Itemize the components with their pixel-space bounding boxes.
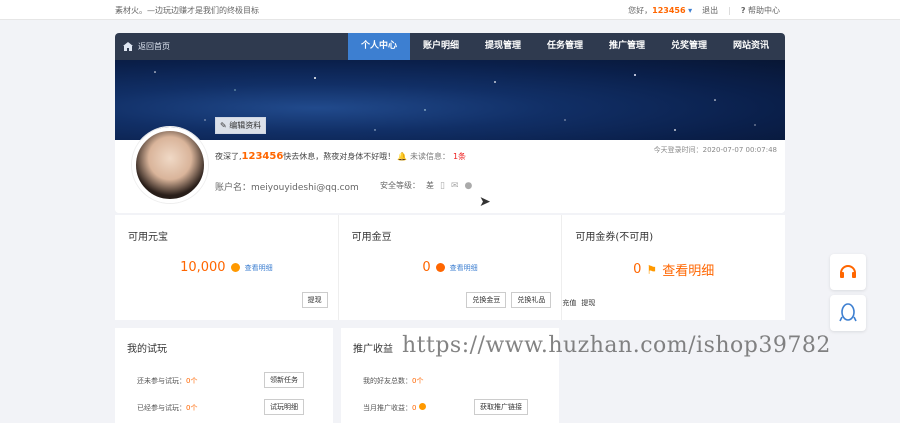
asset-label: 可用元宝 bbox=[128, 232, 168, 243]
home-link[interactable]: 返回首页 bbox=[123, 41, 170, 52]
chevron-down-icon[interactable]: ▾ bbox=[688, 6, 692, 15]
user-greeting: 您好，123456 ▾ bbox=[628, 5, 692, 16]
asset-yuanbao: 可用元宝 10,000 查看明细 提现 bbox=[115, 215, 339, 320]
greeting-pre: 夜深了, bbox=[215, 152, 242, 161]
row-label: 还未参与试玩： bbox=[137, 377, 186, 385]
coin-icon bbox=[230, 263, 240, 272]
card-title: 我的试玩 bbox=[127, 344, 167, 355]
asset-value-row: 0 查看明细 bbox=[339, 260, 562, 275]
card-title: 推广收益 bbox=[353, 344, 393, 355]
nav-tabs: 个人中心 账户明细 提现管理 任务管理 推广管理 兑奖管理 网站资讯 bbox=[348, 33, 782, 60]
asset-label: 可用金豆 bbox=[351, 232, 392, 243]
asset-value-row: 10,000 查看明细 bbox=[115, 260, 338, 275]
greeting-prefix: 您好， bbox=[628, 6, 653, 15]
trial-pending-row: 还未参与试玩：0个 bbox=[137, 376, 197, 386]
tab-personal-center[interactable]: 个人中心 bbox=[348, 33, 410, 60]
row-value: 0个 bbox=[412, 377, 424, 385]
asset-value: 0 bbox=[633, 262, 642, 277]
bean-icon bbox=[435, 263, 445, 272]
home-icon bbox=[123, 42, 133, 51]
tab-news[interactable]: 网站资讯 bbox=[720, 33, 782, 60]
flag-icon: ⚑ bbox=[646, 262, 658, 277]
row-value: 0个 bbox=[186, 377, 198, 385]
asset-buttons: 兑换金豆 兑换礼品 bbox=[466, 292, 552, 308]
security-level: 安全等级： 差 ▯ ✉ ● bbox=[380, 180, 472, 191]
help-link[interactable]: ? 帮助中心 bbox=[741, 5, 780, 16]
tab-withdraw[interactable]: 提现管理 bbox=[472, 33, 534, 60]
qq-icon bbox=[839, 303, 857, 322]
view-details-link[interactable]: 查看明细 bbox=[450, 263, 478, 273]
unread-count: 1条 bbox=[452, 152, 467, 161]
exchange-beans-button[interactable]: 兑换金豆 bbox=[466, 292, 507, 308]
customer-service-button[interactable] bbox=[830, 254, 866, 290]
logout-link[interactable]: 退出 bbox=[702, 5, 718, 16]
top-user-area: 您好，123456 ▾ 退出 | ? 帮助中心 bbox=[628, 5, 780, 16]
top-bar: 素材火。—边玩边赚才是我们的终极目标 您好，123456 ▾ 退出 | ? 帮助… bbox=[0, 0, 900, 20]
trial-details-button[interactable]: 试玩明细 bbox=[264, 399, 304, 415]
asset-value: 10,000 bbox=[180, 260, 226, 275]
edit-label: 编辑资料 bbox=[229, 121, 262, 130]
tab-rewards[interactable]: 兑奖管理 bbox=[658, 33, 720, 60]
security-value: 差 bbox=[426, 181, 434, 190]
help-label: 帮助中心 bbox=[748, 6, 780, 15]
row-value: 0个 bbox=[186, 404, 198, 412]
get-promo-link-button[interactable]: 获取推广链接 bbox=[474, 399, 528, 415]
mouse-cursor-icon: ➤ bbox=[479, 194, 491, 210]
top-username[interactable]: 123456 bbox=[652, 6, 685, 15]
tab-account-details[interactable]: 账户明细 bbox=[410, 33, 472, 60]
asset-buttons: 提现 bbox=[301, 292, 328, 308]
divider: | bbox=[728, 6, 731, 15]
email-icon[interactable]: ✉ bbox=[451, 181, 459, 191]
withdraw-link[interactable]: 提现 bbox=[581, 298, 595, 308]
help-icon: ? bbox=[740, 6, 746, 15]
view-details-link[interactable]: 查看明细 bbox=[662, 260, 714, 279]
friends-row: 我的好友总数：0个 bbox=[363, 376, 423, 386]
last-login-time: 今天登录时间：2020-07-07 00:07:48 bbox=[653, 146, 777, 154]
asset-jinquan: 可用金券(不可用) 0 ⚑ 查看明细 充值 提现 bbox=[562, 215, 785, 320]
recharge-link[interactable]: 充值 bbox=[562, 298, 576, 308]
watermark-text: https://www.huzhan.com/ishop39782 bbox=[402, 333, 831, 358]
asset-value: 0 bbox=[422, 260, 431, 275]
monthly-earnings-row: 当月推广收益：0 bbox=[363, 403, 426, 413]
starry-banner: ✎ 编辑资料 bbox=[115, 60, 785, 140]
tab-tasks[interactable]: 任务管理 bbox=[534, 33, 596, 60]
home-label: 返回首页 bbox=[138, 42, 170, 51]
security-label: 安全等级： bbox=[380, 181, 420, 190]
phone-icon[interactable]: ▯ bbox=[440, 181, 445, 191]
trial-done-row: 已经参与试玩：0个 bbox=[137, 403, 197, 413]
pencil-icon: ✎ bbox=[220, 121, 227, 130]
view-details-link[interactable]: 查看明细 bbox=[245, 263, 273, 273]
tab-promotion[interactable]: 推广管理 bbox=[596, 33, 658, 60]
person-icon[interactable]: ● bbox=[465, 181, 473, 191]
trial-card: 我的试玩 还未参与试玩：0个 领新任务 已经参与试玩：0个 试玩明细 bbox=[115, 328, 333, 423]
profile-info: 夜深了,123456快去休息，熬夜对身体不好哦！ 🔔 未读信息： 1条 今天登录… bbox=[115, 127, 785, 213]
withdraw-button[interactable]: 提现 bbox=[301, 292, 328, 308]
get-task-button[interactable]: 领新任务 bbox=[264, 372, 304, 388]
avatar[interactable] bbox=[132, 127, 208, 203]
profile-username: 123456 bbox=[241, 151, 284, 162]
edit-profile-button[interactable]: ✎ 编辑资料 bbox=[215, 117, 267, 134]
site-slogan: 素材火。—边玩边赚才是我们的终极目标 bbox=[115, 6, 259, 15]
headset-icon bbox=[840, 265, 856, 278]
unread-messages[interactable]: 🔔 未读信息： 1条 bbox=[397, 151, 466, 162]
welcome-message: 夜深了,123456快去休息，熬夜对身体不好哦！ bbox=[215, 151, 395, 162]
profile-panel: 返回首页 个人中心 账户明细 提现管理 任务管理 推广管理 兑奖管理 网站资讯 … bbox=[115, 33, 785, 213]
coin-icon bbox=[418, 403, 426, 410]
greeting-post: 快去休息，熬夜对身体不好哦！ bbox=[283, 152, 396, 161]
asset-buttons: 充值 提现 bbox=[562, 298, 595, 308]
row-value: 0 bbox=[412, 404, 417, 412]
row-label: 我的好友总数： bbox=[363, 377, 412, 385]
bell-icon: 🔔 bbox=[397, 152, 407, 161]
qq-button[interactable] bbox=[830, 295, 866, 331]
assets-section: 可用元宝 10,000 查看明细 提现 可用金豆 0 查看明细 兑换金豆 兑换礼… bbox=[115, 215, 785, 320]
main-nav: 返回首页 个人中心 账户明细 提现管理 任务管理 推广管理 兑奖管理 网站资讯 bbox=[115, 33, 785, 60]
account-name: 账户名：meiyouyideshi@qq.com bbox=[215, 183, 359, 193]
row-label: 当月推广收益： bbox=[363, 404, 412, 412]
asset-jindou: 可用金豆 0 查看明细 兑换金豆 兑换礼品 bbox=[339, 215, 563, 320]
asset-value-row: 0 ⚑ 查看明细 bbox=[562, 260, 785, 279]
row-label: 已经参与试玩： bbox=[137, 404, 186, 412]
asset-label: 可用金券(不可用) bbox=[575, 232, 654, 243]
unread-label: 未读信息： bbox=[409, 152, 450, 161]
exchange-gifts-button[interactable]: 兑换礼品 bbox=[511, 292, 552, 308]
